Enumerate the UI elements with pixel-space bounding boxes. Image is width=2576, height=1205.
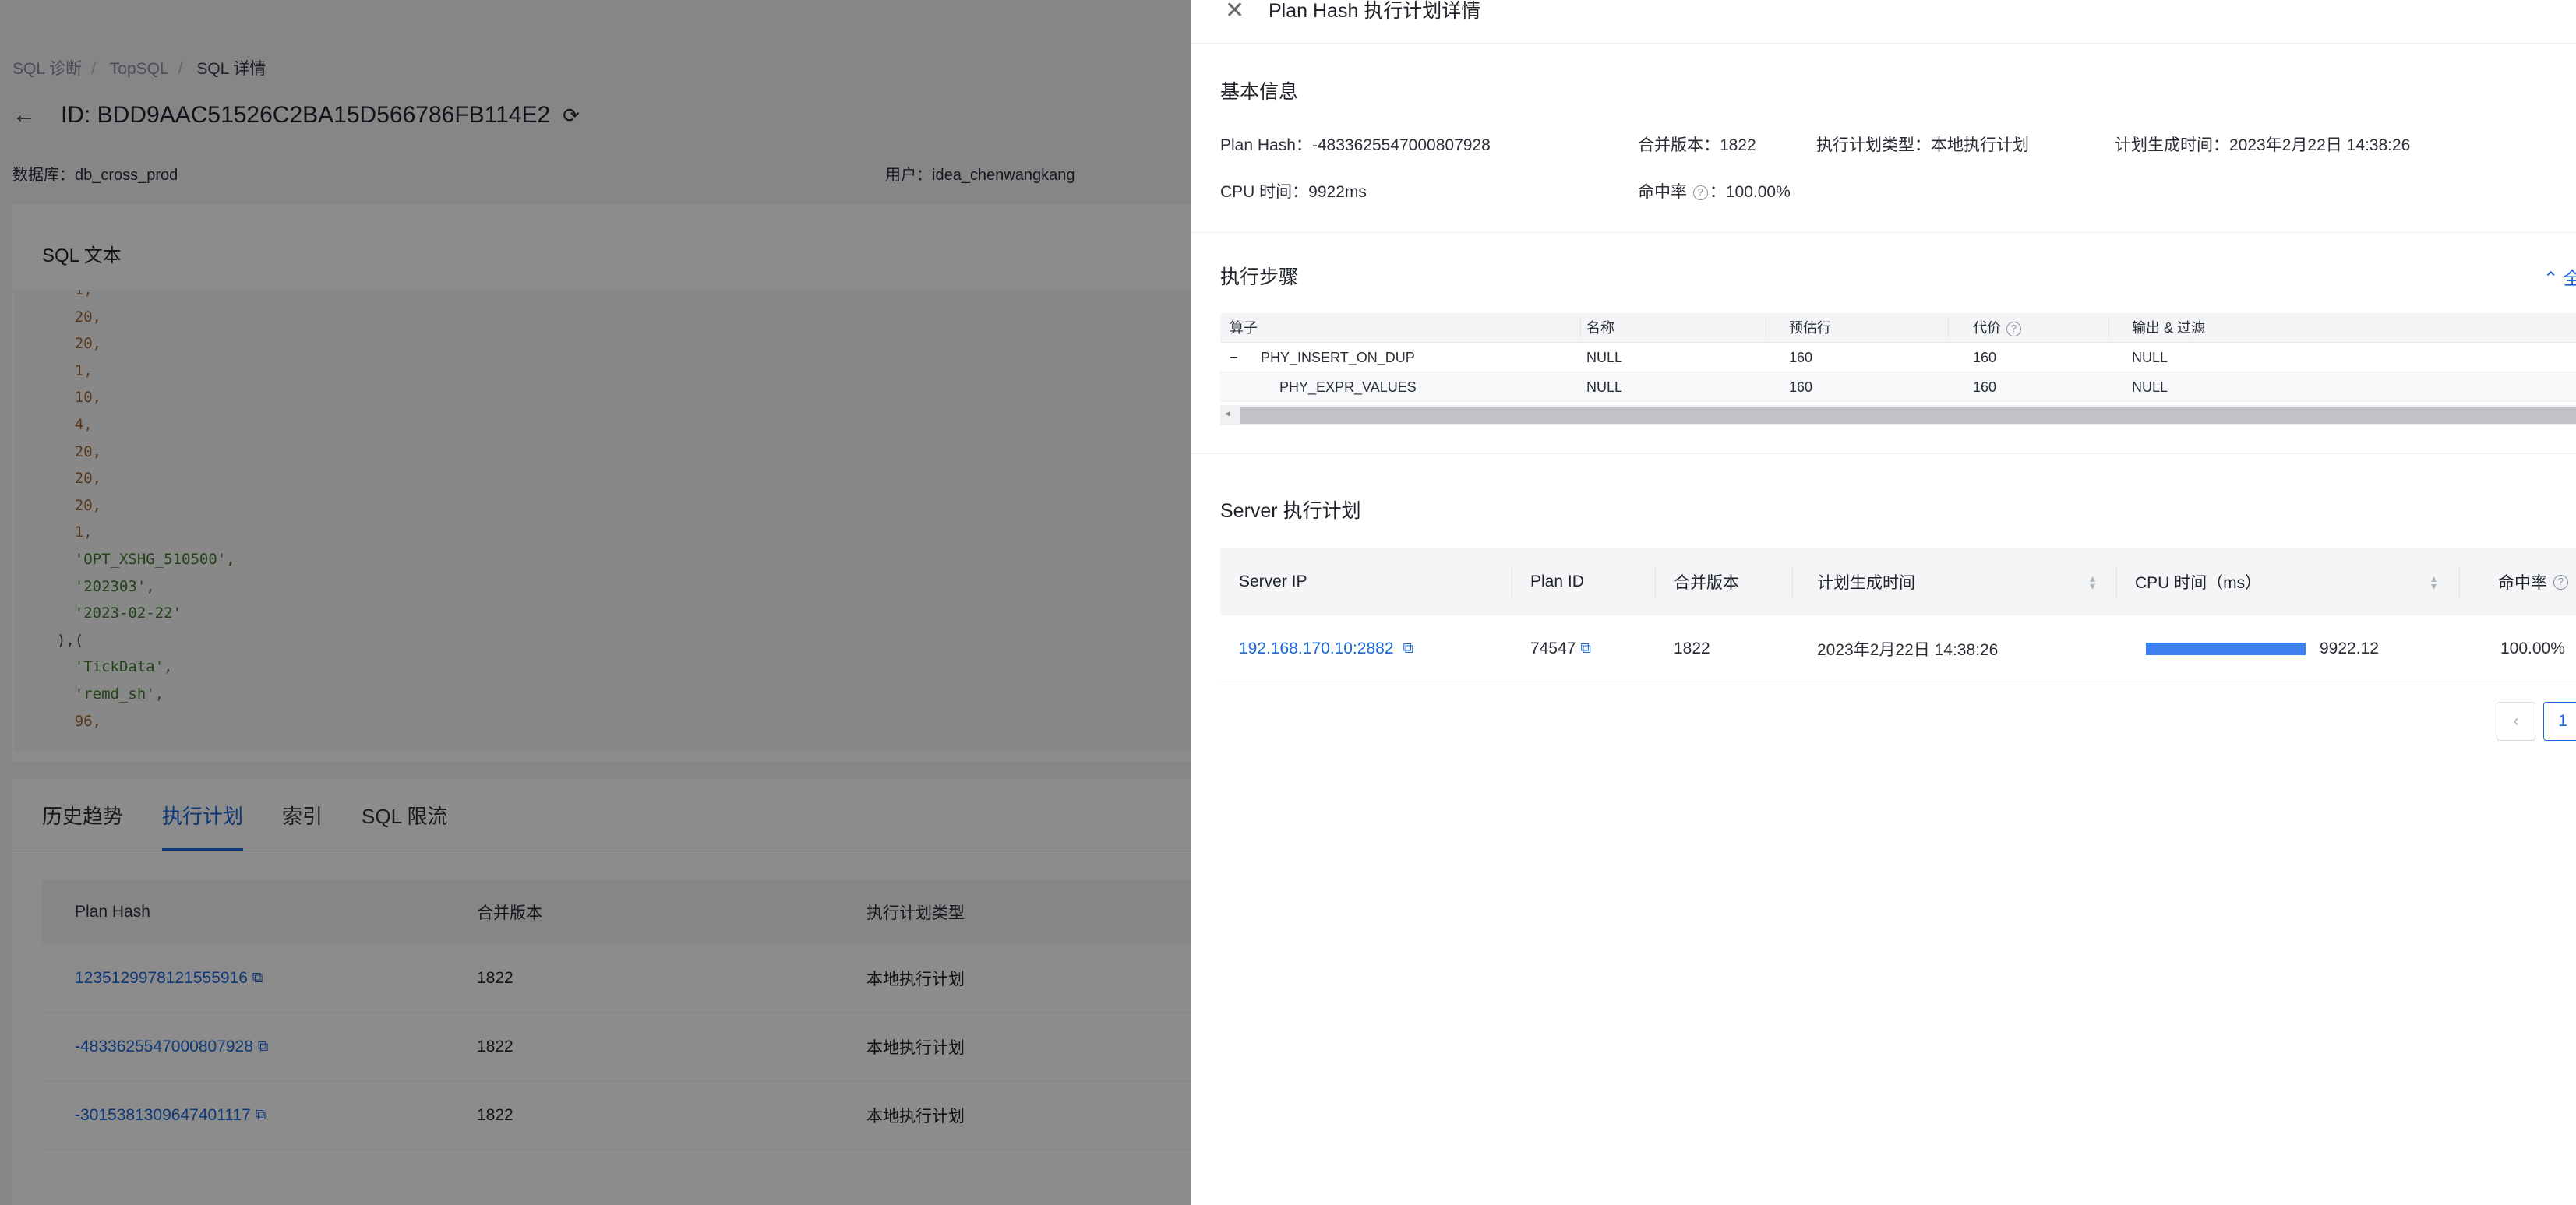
page-button-1[interactable]: 1 [2543,702,2576,741]
gen-time-info: 计划生成时间：2023年2月22日 14:38:26 [2115,136,2411,154]
drawer-title: Plan Hash 执行计划详情 [1269,0,1481,22]
gen-time-value: 2023年2月22日 14:38:26 [1817,640,1999,659]
cpu-time-value: 9922.12 [2320,639,2379,657]
sort-icon[interactable]: ▴ ▾ [2084,548,2095,615]
step-name: NULL [1586,350,1623,365]
col-server-ip: Server IP [1239,573,1307,590]
drawer-header: ✕ Plan Hash 执行计划详情 [1191,0,2576,44]
column-divider [2108,318,2109,338]
plan-id-value: 74547 [1530,639,1576,657]
steps-title: 执行步骤 [1220,266,1299,288]
hit-rate-value: 100.00% [2500,639,2565,657]
col-hit-rate-label: 命中率 [2498,574,2547,592]
col-plan-id: Plan ID [1530,573,1584,590]
column-divider [1580,318,1581,338]
step-cost: 160 [1973,350,1997,365]
column-divider [1792,566,1793,598]
help-icon[interactable]: ? [1692,185,1708,200]
cpu-time-bar-fill [2146,643,2306,655]
help-icon[interactable]: ? [2006,321,2022,336]
step-output: NULL [2132,350,2168,365]
col-cpu-time[interactable]: CPU 时间（ms） [2135,548,2261,615]
step-row[interactable]: − PHY_INSERT_ON_DUP NULL 160 160 NULL [1220,343,2576,372]
col-gen-time[interactable]: 计划生成时间 [1817,548,1915,615]
col-output-filter: 输出 & 过滤 [2132,320,2206,336]
merge-version-info: 合并版本：1822 [1638,136,1756,154]
expand-all-label: 全 [2563,268,2576,288]
column-divider [2459,566,2460,598]
horizontal-scrollbar[interactable]: ◂ [1220,405,2576,425]
step-name: NULL [1586,379,1623,395]
column-divider [2116,566,2117,598]
server-plan-title: Server 执行计划 [1220,500,1361,522]
server-table-row: 192.168.170.10:2882 ⧉ 74547 ⧉ 1822 2023年2月… [1220,615,2576,682]
col-cpu-time-label: CPU 时间（ms） [2135,574,2262,592]
copy-icon[interactable]: ⧉ [1580,640,1591,657]
plan-hash-info: Plan Hash：-4833625547000807928 [1220,136,1491,154]
col-merge-version: 合并版本 [1674,574,1739,592]
plan-detail-drawer: ✕ Plan Hash 执行计划详情 基本信息 Plan Hash：-48336… [1191,0,2576,1205]
step-output: NULL [2132,379,2168,395]
help-icon[interactable]: ? [2553,574,2568,590]
hit-rate-value: ：100.00% [1709,183,1791,201]
col-est-rows: 预估行 [1789,320,1831,336]
basic-info-title: 基本信息 [1220,81,1299,103]
chevron-left-icon: ‹ [2513,712,2519,730]
server-ip-link[interactable]: 192.168.170.10:2882 [1239,639,1394,658]
col-gen-time-label: 计划生成时间 [1817,574,1915,592]
column-divider [1948,318,1949,338]
prev-page-button[interactable]: ‹ [2497,702,2535,741]
cpu-time-bar [2146,643,2306,655]
chevron-up-icon: ⌃ [2543,268,2559,288]
copy-icon[interactable]: ⧉ [1403,640,1414,657]
scroll-left-icon[interactable]: ◂ [1225,407,1230,420]
step-operator: PHY_EXPR_VALUES [1279,379,1417,395]
step-est-rows: 160 [1789,350,1813,365]
step-operator: PHY_INSERT_ON_DUP [1261,350,1415,365]
col-cost-label: 代价 [1973,320,2001,336]
drawer-overlay-mask[interactable] [0,0,1191,1205]
step-row[interactable]: PHY_EXPR_VALUES NULL 160 160 NULL [1220,372,2576,402]
hit-rate-label: 命中率 [1638,183,1687,201]
step-est-rows: 160 [1789,379,1813,395]
col-operator: 算子 [1230,320,1258,336]
sort-icon[interactable]: ▴ ▾ [2425,548,2437,615]
col-cost: 代价 ? [1973,313,2023,343]
scrollbar-thumb[interactable] [1240,407,2576,424]
col-name: 名称 [1586,320,1614,336]
step-cost: 160 [1973,379,1997,395]
cpu-time-info: CPU 时间：9922ms [1220,183,1367,201]
col-hit-rate: 命中率 ? [2498,548,2570,615]
expand-all-toggle[interactable]: ⌃ 全 [2543,263,2576,290]
close-icon[interactable]: ✕ [1225,0,1244,23]
hit-rate-info: 命中率 ? ：100.00% [1638,179,1791,203]
column-divider [1655,566,1656,598]
section-divider [1191,232,2576,233]
plan-type-info: 执行计划类型：本地执行计划 [1816,136,2029,154]
server-table-header: Server IP Plan ID 合并版本 计划生成时间 ▴ ▾ CPU 时间（… [1220,548,2576,615]
merge-version-value: 1822 [1674,639,1710,657]
collapse-icon[interactable]: − [1230,343,1238,372]
steps-table-header: 算子 名称 预估行 代价 ? 输出 & 过滤 [1220,313,2576,343]
section-divider [1191,453,2576,454]
